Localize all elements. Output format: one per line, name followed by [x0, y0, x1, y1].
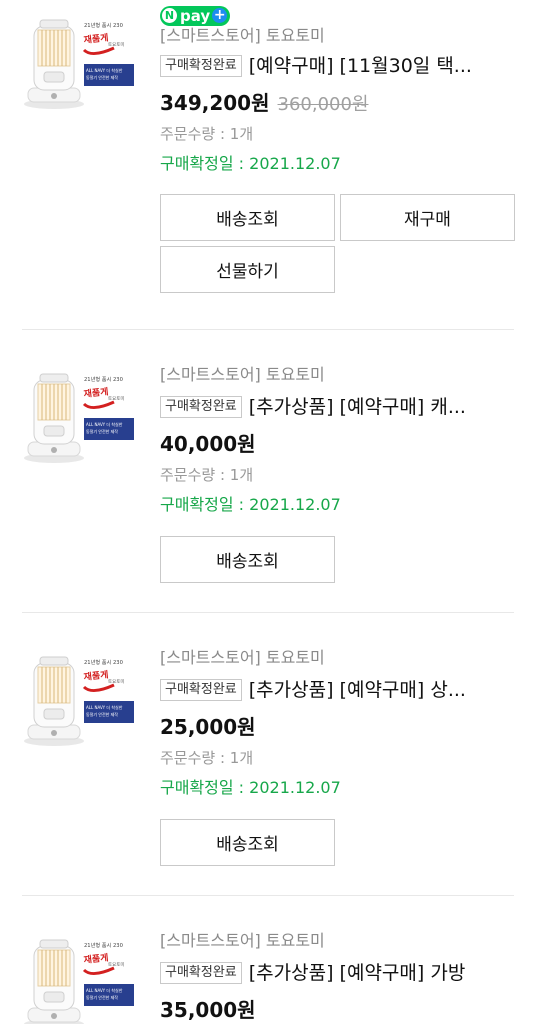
- store-name[interactable]: [스마트스토어] 토요토미: [160, 25, 514, 47]
- product-title[interactable]: [추가상품] [예약구매] 상...: [249, 677, 466, 703]
- order-info: N pay + [스마트스토어] 토요토미 구매확정완료 [예약구매] [11월…: [160, 4, 515, 293]
- rebuy-button[interactable]: 재구매: [340, 194, 515, 241]
- npay-n-icon: N: [162, 8, 177, 23]
- product-title[interactable]: [추가상품] [예약구매] 캐...: [249, 394, 466, 420]
- order-info: [스마트스토어] 토요토미 구매확정완료 [추가상품] [예약구매] 상... …: [160, 647, 514, 866]
- purchase-confirm-date: 구매확정일 : 2021.12.07: [160, 154, 341, 173]
- status-badge: 구매확정완료: [160, 962, 242, 984]
- purchase-confirm-date: 구매확정일 : 2021.12.07: [160, 778, 341, 797]
- price: 35,000원: [160, 998, 256, 1022]
- product-image[interactable]: [22, 364, 140, 464]
- track-delivery-button[interactable]: 배송조회: [160, 536, 335, 583]
- original-price: 360,000원: [277, 94, 369, 115]
- purchase-confirm-date: 구매확정일 : 2021.12.07: [160, 495, 341, 514]
- price: 40,000원: [160, 432, 256, 456]
- status-badge: 구매확정완료: [160, 55, 242, 77]
- order-info: [스마트스토어] 토요토미 구매확정완료 [추가상품] [예약구매] 가방 35…: [160, 930, 514, 1024]
- npay-plus-badge: N pay +: [160, 4, 514, 26]
- order-info: [스마트스토어] 토요토미 구매확정완료 [추가상품] [예약구매] 캐... …: [160, 364, 514, 583]
- product-title[interactable]: [예약구매] [11월30일 택...: [249, 53, 472, 79]
- product-image[interactable]: [22, 930, 140, 1024]
- status-badge: 구매확정완료: [160, 396, 242, 418]
- divider: [22, 329, 514, 330]
- order-quantity: 주문수량 : 1개: [160, 749, 254, 767]
- status-badge: 구매확정완료: [160, 679, 242, 701]
- product-image[interactable]: [22, 647, 140, 747]
- track-delivery-button[interactable]: 배송조회: [160, 819, 335, 866]
- order-quantity: 주문수량 : 1개: [160, 125, 254, 143]
- divider: [22, 612, 514, 613]
- store-name[interactable]: [스마트스토어] 토요토미: [160, 647, 514, 669]
- price: 25,000원: [160, 715, 256, 739]
- npay-logo: N pay +: [160, 5, 231, 26]
- store-name[interactable]: [스마트스토어] 토요토미: [160, 930, 514, 952]
- npay-plus-icon: +: [212, 7, 228, 23]
- product-title[interactable]: [추가상품] [예약구매] 가방: [249, 960, 466, 986]
- npay-label: pay: [180, 6, 211, 25]
- store-name[interactable]: [스마트스토어] 토요토미: [160, 364, 514, 386]
- send-gift-button[interactable]: 선물하기: [160, 246, 335, 293]
- price: 349,200원: [160, 91, 270, 115]
- product-image[interactable]: [22, 10, 140, 110]
- order-quantity: 주문수량 : 1개: [160, 466, 254, 484]
- track-delivery-button[interactable]: 배송조회: [160, 194, 335, 241]
- divider: [22, 895, 514, 896]
